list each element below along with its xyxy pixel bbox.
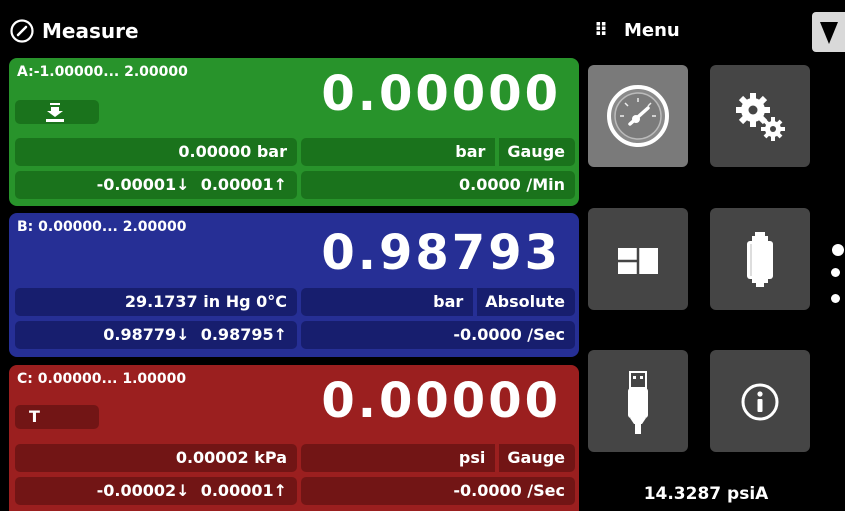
aux-value[interactable]: 0.00002 kPa (15, 444, 297, 472)
rate-value[interactable]: 0.0000 /Min (301, 171, 575, 199)
unit-mode-cell[interactable]: psi Gauge (301, 444, 575, 472)
aux-value[interactable]: 0.00000 bar (15, 138, 297, 166)
pager-dot[interactable] (831, 268, 840, 277)
max-value: 0.00001↑ (200, 175, 287, 194)
menu-label[interactable]: Menu (624, 19, 680, 43)
menu-dots-icon[interactable]: ⠿ (594, 20, 609, 42)
info-icon (741, 383, 779, 421)
channel-reading: 0.00000 (321, 373, 561, 429)
channel-c-panel[interactable]: C: 0.00000... 1.00000 0.00000 T 0.00002 … (9, 365, 579, 511)
mode-label: Absolute (485, 292, 565, 311)
down-triangle-icon (820, 22, 838, 44)
divider (495, 444, 500, 472)
channel-range: B: 0.00000... 2.00000 (17, 219, 187, 235)
gears-icon (736, 93, 785, 141)
tare-button[interactable] (15, 100, 99, 124)
info-tile[interactable] (710, 350, 810, 452)
channel-reading: 0.00000 (321, 66, 561, 122)
min-value: -0.00002↓ (96, 481, 190, 500)
mode-label: Gauge (507, 142, 565, 161)
gauge-icon (10, 19, 34, 43)
unit-label: psi (458, 448, 486, 467)
divider (495, 138, 500, 166)
settings-tile[interactable] (710, 65, 810, 167)
usb-tile[interactable] (588, 350, 688, 452)
aux-value[interactable]: 29.1737 in Hg 0°C (15, 288, 297, 316)
rate-value[interactable]: -0.0000 /Sec (301, 477, 575, 505)
transducer-icon (747, 232, 773, 287)
gauge-icon (607, 85, 669, 147)
unit-label: bar (455, 142, 486, 161)
max-value: 0.00001↑ (200, 481, 287, 500)
min-max-cell[interactable]: 0.98779↓ 0.98795↑ (15, 321, 297, 349)
display-layout-icon (618, 248, 658, 274)
channel-range: C: 0.00000... 1.00000 (17, 371, 187, 387)
rate-value[interactable]: -0.0000 /Sec (301, 321, 575, 349)
mode-label: Gauge (507, 448, 565, 467)
pager-dot[interactable] (831, 294, 840, 303)
min-value: 0.98779↓ (103, 325, 190, 344)
max-value: 0.98795↑ (200, 325, 287, 344)
measure-tile[interactable] (588, 65, 688, 167)
tare-button[interactable]: T (15, 405, 99, 429)
channel-reading: 0.98793 (321, 225, 561, 281)
min-max-cell[interactable]: -0.00002↓ 0.00001↑ (15, 477, 297, 505)
barometer-reading: 14.3287 psiA (643, 484, 769, 504)
display-tile[interactable] (588, 208, 688, 310)
divider (473, 288, 478, 316)
unit-label: bar (433, 292, 464, 311)
page-title: Measure (42, 19, 139, 43)
dropdown-button[interactable] (812, 12, 845, 52)
sensor-tile[interactable] (710, 208, 810, 310)
channel-a-panel[interactable]: A:-1.00000... 2.00000 0.00000 0.00000 ba… (9, 58, 579, 206)
tare-arrow-icon (46, 103, 64, 122)
unit-mode-cell[interactable]: bar Absolute (301, 288, 575, 316)
min-value: -0.00001↓ (96, 175, 190, 194)
channel-range: A:-1.00000... 2.00000 (17, 64, 188, 80)
channel-b-panel[interactable]: B: 0.00000... 2.00000 0.98793 29.1737 in… (9, 213, 579, 357)
pager-dot-active[interactable] (832, 244, 844, 256)
min-max-cell[interactable]: -0.00001↓ 0.00001↑ (15, 171, 297, 199)
unit-mode-cell[interactable]: bar Gauge (301, 138, 575, 166)
usb-icon (628, 371, 648, 434)
